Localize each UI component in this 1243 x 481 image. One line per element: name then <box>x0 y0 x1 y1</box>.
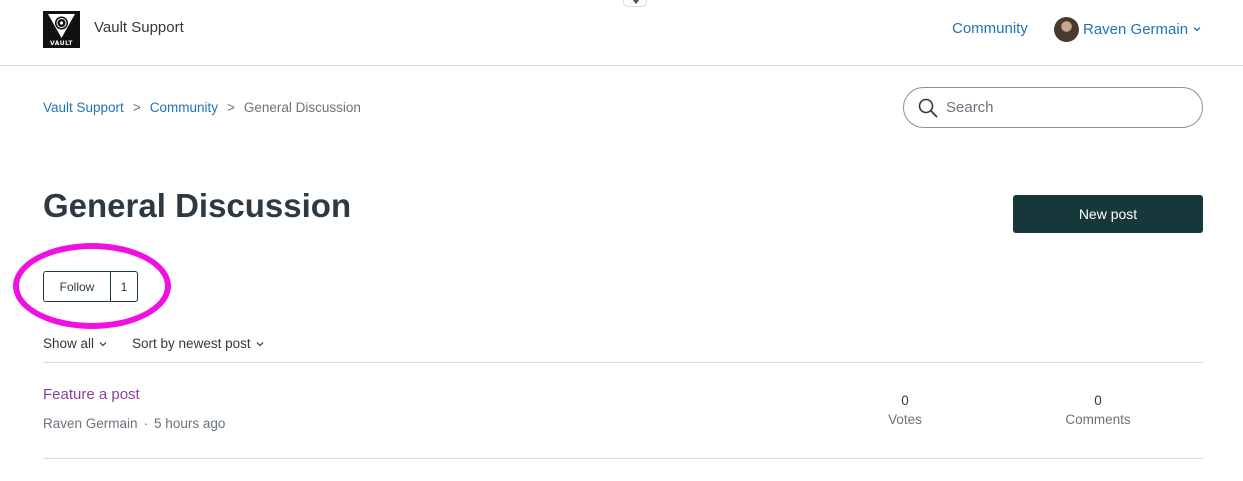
breadcrumb-separator: > <box>132 100 141 115</box>
chevron-down-icon <box>1193 27 1201 32</box>
divider <box>43 458 1203 459</box>
breadcrumb-separator: > <box>226 100 235 115</box>
chevron-down-icon <box>99 341 107 346</box>
comments-label: Comments <box>1065 412 1131 427</box>
user-menu[interactable]: Raven Germain <box>1054 16 1201 42</box>
search-input[interactable] <box>946 99 1186 116</box>
user-name: Raven Germain <box>1083 20 1189 38</box>
logo-text: VAULT <box>50 40 73 47</box>
follow-button[interactable]: Follow <box>44 272 111 301</box>
follow-control: Follow 1 <box>43 271 138 302</box>
vote-count: 0 <box>901 393 909 408</box>
vault-logo[interactable]: VAULT <box>43 11 80 48</box>
chevron-down-icon <box>632 0 640 4</box>
page-title: General Discussion <box>43 187 352 224</box>
meta-separator: · <box>143 416 149 431</box>
new-post-button[interactable]: New post <box>1013 195 1203 233</box>
comment-count: 0 <box>1094 393 1102 408</box>
divider <box>43 362 1203 363</box>
nav-community-link[interactable]: Community <box>952 20 1028 37</box>
post-meta: Raven Germain · 5 hours ago <box>43 416 225 431</box>
post-time: 5 hours ago <box>154 416 226 431</box>
site-name[interactable]: Vault Support <box>94 19 184 36</box>
post-author: Raven Germain <box>43 416 138 431</box>
show-all-label: Show all <box>43 336 95 351</box>
sort-dropdown[interactable]: Sort by newest post <box>132 336 264 351</box>
breadcrumb-community[interactable]: Community <box>150 100 218 115</box>
search-icon <box>918 98 938 117</box>
show-all-dropdown[interactable]: Show all <box>43 336 107 351</box>
breadcrumb: Vault Support > Community > General Disc… <box>43 100 361 115</box>
breadcrumb-current: General Discussion <box>243 100 361 115</box>
chevron-down-icon <box>256 341 264 346</box>
site-header: VAULT Vault Support Community Raven Germ… <box>0 0 1243 66</box>
breadcrumb-vault-support[interactable]: Vault Support <box>43 100 124 115</box>
search-box[interactable] <box>903 87 1203 128</box>
votes-label: Votes <box>888 412 922 427</box>
post-title-link[interactable]: Feature a post <box>43 386 140 403</box>
sort-label: Sort by newest post <box>132 336 251 351</box>
votes-stat: 0 Votes <box>860 391 950 429</box>
follower-count: 1 <box>120 279 128 294</box>
collapse-tab[interactable] <box>623 0 647 7</box>
comments-stat: 0 Comments <box>1053 391 1143 429</box>
filter-bar: Show all Sort by newest post <box>43 336 289 351</box>
logo-mark-icon <box>48 14 75 38</box>
avatar <box>1054 16 1079 42</box>
